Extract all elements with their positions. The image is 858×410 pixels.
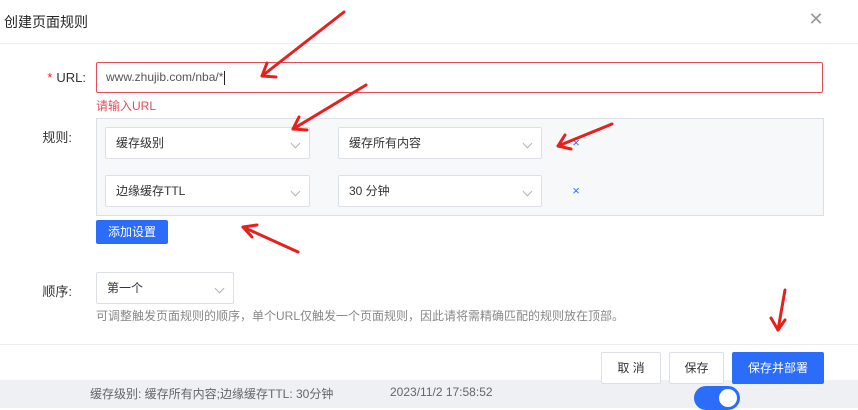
dialog-title: 创建页面规则 bbox=[4, 14, 88, 30]
rule-setting-value-1: 缓存级别 bbox=[116, 136, 165, 150]
toggle-knob bbox=[719, 389, 737, 407]
background-row-text: 缓存级别: 缓存所有内容;边缘缓存TTL: 30分钟 bbox=[90, 387, 334, 401]
chevron-down-icon bbox=[522, 186, 533, 197]
close-icon[interactable]: ✕ bbox=[806, 9, 826, 29]
order-select[interactable]: 第一个 bbox=[96, 272, 234, 304]
rule-value-select-2[interactable]: 30 分钟 bbox=[338, 175, 542, 207]
remove-rule-icon-2[interactable]: × bbox=[569, 184, 583, 198]
rule-setting-value-2: 边缘缓存TTL bbox=[116, 184, 186, 198]
url-input-value: www.zhujib.com/nba/* bbox=[106, 70, 224, 84]
dialog-header: 创建页面规则 ✕ bbox=[0, 0, 858, 44]
rule-value-value-1: 缓存所有内容 bbox=[349, 136, 422, 150]
rule-setting-select-2[interactable]: 边缘缓存TTL bbox=[105, 175, 310, 207]
footer-divider bbox=[0, 344, 858, 345]
chevron-down-icon bbox=[522, 138, 533, 149]
rule-value-value-2: 30 分钟 bbox=[349, 184, 390, 198]
chevron-down-icon bbox=[290, 186, 301, 197]
text-caret bbox=[224, 70, 226, 85]
url-label: * URL: bbox=[30, 70, 86, 85]
background-row-time: 2023/11/2 17:58:52 bbox=[390, 385, 493, 399]
order-label: 顺序: bbox=[42, 284, 72, 299]
background-toggle bbox=[694, 386, 740, 410]
save-button[interactable]: 保存 bbox=[669, 352, 724, 384]
rule-value-select-1[interactable]: 缓存所有内容 bbox=[338, 127, 542, 159]
chevron-down-icon bbox=[290, 138, 301, 149]
order-select-value: 第一个 bbox=[107, 281, 144, 295]
url-error-message: 请输入URL bbox=[96, 99, 157, 113]
cancel-button[interactable]: 取 消 bbox=[601, 352, 661, 384]
order-hint: 可调整触发页面规则的顺序，单个URL仅触发一个页面规则，因此请将需精确匹配的规则… bbox=[96, 309, 625, 323]
chevron-down-icon bbox=[214, 283, 225, 294]
annotation-arrow-add bbox=[241, 223, 300, 254]
add-setting-button[interactable]: 添加设置 bbox=[96, 220, 168, 244]
rule-setting-select-1[interactable]: 缓存级别 bbox=[105, 127, 310, 159]
save-and-deploy-button[interactable]: 保存并部署 bbox=[732, 352, 824, 384]
annotation-arrow-deploy bbox=[769, 288, 787, 332]
remove-rule-icon-1[interactable]: × bbox=[569, 136, 583, 150]
rules-label: 规则: bbox=[42, 130, 72, 145]
url-label-text: URL: bbox=[56, 70, 86, 85]
required-mark: * bbox=[47, 70, 53, 85]
url-input[interactable]: www.zhujib.com/nba/* bbox=[96, 62, 823, 93]
